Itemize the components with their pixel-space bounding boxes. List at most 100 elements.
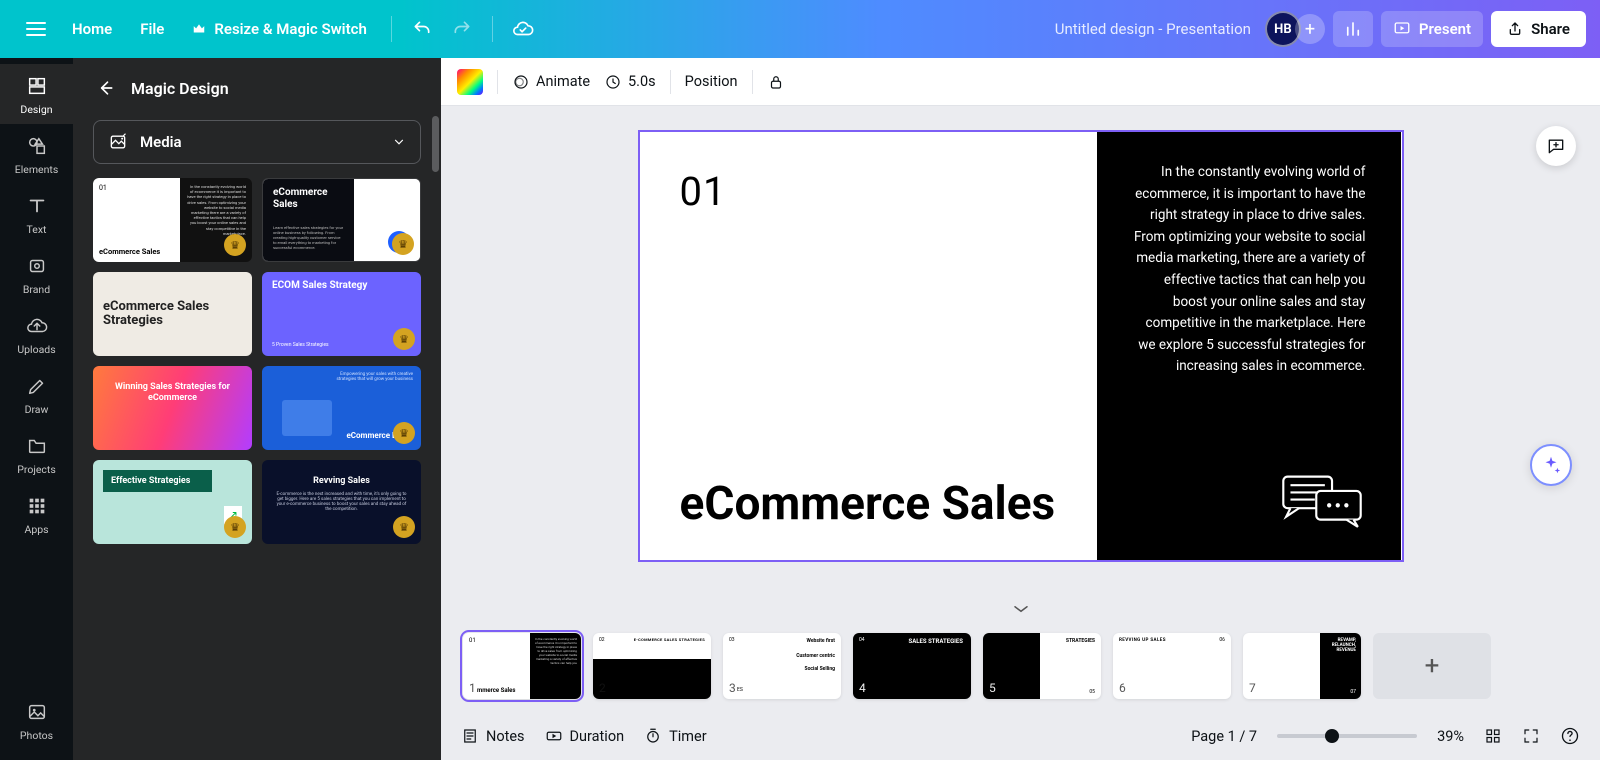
timer-button[interactable]: Timer: [644, 727, 707, 745]
collapse-filmstrip-button[interactable]: [1012, 604, 1030, 614]
slide-title[interactable]: eCommerce Sales: [680, 479, 1057, 530]
rail-label: Brand: [23, 283, 50, 296]
template-card[interactable]: Effective Strategies ↗ ♛: [93, 460, 252, 544]
slide-thumbnail[interactable]: 3 Website first 03 ES Social Selling Cus…: [723, 633, 841, 699]
background-color-button[interactable]: [457, 69, 483, 95]
filmstrip: 1 mmerce Sales 01 In the constantly evol…: [441, 616, 1600, 712]
notes-button[interactable]: Notes: [461, 727, 525, 745]
rail-projects[interactable]: Projects: [0, 424, 73, 484]
media-dropdown[interactable]: Media: [93, 120, 421, 164]
bar-chart-icon: [1344, 20, 1362, 38]
rail-uploads[interactable]: Uploads: [0, 304, 73, 364]
expand-icon: [1522, 727, 1540, 745]
fullscreen-button[interactable]: [1522, 727, 1540, 745]
template-card[interactable]: eCommerce SalesLearn effective sales str…: [262, 178, 421, 262]
template-label: eCommerce Sales: [99, 247, 174, 256]
rail-elements[interactable]: Elements: [0, 124, 73, 184]
animate-button[interactable]: Animate: [512, 73, 590, 91]
rail-draw[interactable]: Draw: [0, 364, 73, 424]
premium-badge-icon: ♛: [224, 516, 246, 538]
template-card[interactable]: eCommerce Boost Empowering your sales wi…: [262, 366, 421, 450]
zoom-knob[interactable]: [1325, 729, 1339, 743]
home-button[interactable]: Home: [58, 12, 126, 46]
template-card[interactable]: ECOM Sales Strategy 5 Proven Sales Strat…: [262, 272, 421, 356]
template-card[interactable]: eCommerce Sales Strategies: [93, 272, 252, 356]
scrollbar-thumb[interactable]: [432, 116, 439, 172]
divider: [670, 70, 671, 94]
photos-icon: [25, 700, 49, 724]
redo-button[interactable]: [442, 9, 482, 49]
grid-icon: [1484, 727, 1502, 745]
document-title[interactable]: Untitled design - Presentation: [1055, 20, 1251, 38]
lock-icon: [767, 73, 785, 91]
zoom-level[interactable]: 39%: [1437, 728, 1464, 745]
premium-badge-icon: ♛: [393, 422, 415, 444]
template-label: Revving Sales: [262, 460, 421, 495]
duration-button-bottom[interactable]: Duration: [545, 727, 625, 745]
file-button[interactable]: File: [126, 12, 178, 46]
template-grid: 01eCommerce Sales In the constantly evol…: [73, 178, 441, 544]
hamburger-icon: [26, 22, 46, 36]
slide-thumbnail[interactable]: 2 E-COMMERCE SALES STRATEGIES 02: [593, 633, 711, 699]
text-icon: [25, 194, 49, 218]
add-collaborator-button[interactable]: +: [1295, 14, 1325, 44]
template-card[interactable]: Winning Sales Strategies for eCommerce: [93, 366, 252, 450]
back-button[interactable]: [93, 76, 117, 100]
grid-view-button[interactable]: [1484, 727, 1502, 745]
notes-label: Notes: [486, 728, 525, 745]
share-label: Share: [1531, 20, 1570, 38]
present-button[interactable]: Present: [1381, 11, 1483, 47]
rail-apps[interactable]: Apps: [0, 484, 73, 544]
duration-button[interactable]: 5.0s: [604, 73, 656, 91]
rail-label: Text: [27, 223, 47, 236]
rail-brand[interactable]: Brand: [0, 244, 73, 304]
resize-magic-switch-button[interactable]: Resize & Magic Switch: [178, 12, 380, 46]
slide-thumbnail[interactable]: 6 REVVING UP SALES 06: [1113, 633, 1231, 699]
rail-photos[interactable]: Photos: [0, 690, 73, 750]
share-icon: [1507, 21, 1523, 37]
rail-label: Draw: [25, 403, 49, 416]
insights-button[interactable]: [1333, 11, 1373, 47]
rail-label: Uploads: [17, 343, 55, 356]
panel-title: Magic Design: [131, 79, 229, 98]
menu-button[interactable]: [14, 7, 58, 51]
add-page-button[interactable]: +: [1373, 633, 1491, 699]
brand-icon: [25, 254, 49, 278]
help-button[interactable]: [1560, 726, 1580, 746]
cloud-sync-button[interactable]: [503, 9, 543, 49]
position-button[interactable]: Position: [685, 73, 738, 90]
template-label: Effective Strategies: [103, 470, 212, 492]
canvas[interactable]: 01 eCommerce Sales In the constantly evo…: [441, 106, 1600, 616]
slide-body-text[interactable]: In the constantly evolving world of ecom…: [1133, 162, 1366, 378]
zoom-slider[interactable]: [1277, 734, 1417, 738]
thumb-label: REVAMP, RELAUNCH, REVENUE: [1320, 638, 1356, 653]
slide-number[interactable]: 01: [680, 168, 1057, 215]
bottom-bar: Notes Duration Timer Page 1 / 7 39%: [441, 712, 1600, 760]
template-card[interactable]: Revving Sales E-commerce is the next inc…: [262, 460, 421, 544]
premium-badge-icon: ♛: [224, 234, 246, 256]
page-indicator[interactable]: Page 1 / 7: [1191, 728, 1257, 745]
chat-bubble-icon[interactable]: [1279, 472, 1365, 530]
projects-icon: [25, 434, 49, 458]
slide-thumbnail[interactable]: 4 SALES STRATEGIES 04: [853, 633, 971, 699]
add-comment-button[interactable]: [1536, 126, 1576, 166]
slide-thumbnail[interactable]: 7 REVAMP, RELAUNCH, REVENUE 07: [1243, 633, 1361, 699]
duration-label: Duration: [570, 728, 625, 745]
slide-thumbnail[interactable]: 1 mmerce Sales 01 In the constantly evol…: [463, 633, 581, 699]
cloud-check-icon: [512, 18, 534, 40]
rail-text[interactable]: Text: [0, 184, 73, 244]
position-label: Position: [685, 73, 738, 90]
undo-button[interactable]: [402, 9, 442, 49]
timer-icon: [644, 727, 662, 745]
duration-label: 5.0s: [628, 73, 656, 90]
premium-badge-icon: ♛: [393, 516, 415, 538]
rail-label: Elements: [15, 163, 59, 176]
slide[interactable]: 01 eCommerce Sales In the constantly evo…: [638, 130, 1404, 562]
magic-assistant-button[interactable]: [1530, 444, 1572, 486]
share-button[interactable]: Share: [1491, 11, 1586, 47]
rail-design[interactable]: Design: [0, 64, 73, 124]
lock-button[interactable]: [767, 73, 785, 91]
template-card[interactable]: 01eCommerce Sales In the constantly evol…: [93, 178, 252, 262]
slide-left-region: 01 eCommerce Sales: [640, 132, 1097, 560]
slide-thumbnail[interactable]: 5 STRATEGIES 05: [983, 633, 1101, 699]
